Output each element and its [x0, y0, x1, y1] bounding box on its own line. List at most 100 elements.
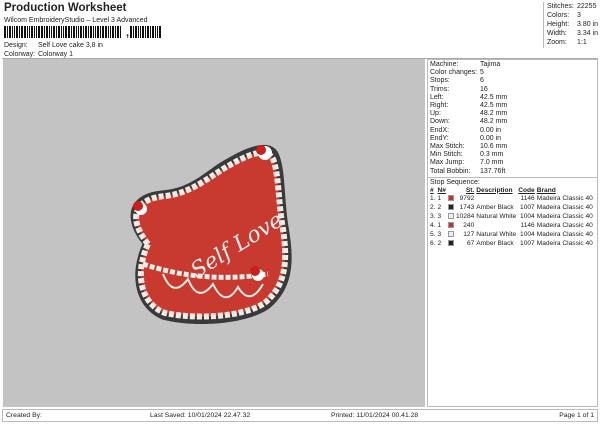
barcode-bar [49, 26, 50, 38]
detail-value: 0.3 mm [480, 151, 504, 159]
stop-number: 2. [430, 204, 436, 212]
color-swatch [447, 203, 454, 210]
barcode-bar [120, 26, 121, 38]
thread-code: 1007 [520, 240, 535, 248]
barcode-bar [53, 26, 55, 38]
detail-row: Max Stitch: 10.6 mm [428, 143, 597, 151]
barcode-bar [95, 26, 96, 38]
barcode [4, 26, 166, 38]
stop-number: 1. [430, 195, 436, 203]
column-header: Brand [536, 186, 556, 194]
detail-value: 42.5 mm [480, 93, 508, 101]
details-panel: Machine: Tajima Color changes: 5 Stops: 6 Trim… [427, 59, 598, 407]
color-description [475, 195, 517, 204]
detail-label: Max Stitch: [430, 143, 465, 151]
color-swatch [447, 230, 454, 237]
column-header: N# [437, 186, 446, 194]
barcode-bar [85, 26, 87, 38]
stitch-count: 1743 [459, 204, 475, 212]
barcode-bar [117, 26, 119, 38]
barcode-bar [41, 26, 43, 38]
detail-label: Down: [430, 118, 450, 126]
color-description: Amber Black [476, 204, 514, 212]
barcode-bar [93, 26, 94, 38]
barcode-bar [83, 26, 84, 38]
color-swatch [447, 239, 454, 246]
detail-value: 6 [480, 77, 484, 85]
printed-date: Printed: 11/01/2024 00.41.28 [331, 412, 419, 419]
barcode-bar [135, 26, 137, 38]
barcode-bar [36, 26, 37, 38]
column-header: St. [465, 186, 475, 194]
barcode-bar [130, 26, 132, 38]
detail-row: Right: 42.5 mm [428, 102, 597, 110]
detail-value: 16 [480, 85, 488, 93]
thread-code: 1004 [520, 231, 535, 239]
barcode-bar [140, 26, 141, 38]
machine-details: Machine: Tajima Color changes: 5 Stops: 6 Trim… [428, 60, 597, 176]
detail-label: Color changes: [430, 69, 478, 77]
stat-label: Height: [547, 21, 570, 28]
barcode-bar [19, 26, 20, 38]
needle-number: 2 [437, 204, 442, 212]
detail-row: Left: 42.5 mm [428, 94, 597, 102]
detail-row: Down: 48.2 mm [428, 118, 597, 126]
summary-stats: Stitches: 22255 Colors: 3 Height: 3.80 in Widt… [543, 2, 598, 48]
detail-row: Trims: 16 [428, 86, 597, 94]
table-row: 5. 3 127 Natural White 1004 Madeira Classic 4… [429, 230, 594, 240]
detail-label: EndY: [430, 134, 449, 142]
colorway-name: Colorway 1 [37, 51, 73, 58]
detail-row: EndX: 0.00 in [428, 127, 597, 135]
detail-value: 48.2 mm [480, 118, 508, 126]
detail-value: 10.6 mm [480, 143, 508, 151]
stitch-count: 67 [466, 240, 475, 248]
page-title: Production Worksheet [4, 2, 127, 14]
color-description: Natural White [476, 231, 517, 239]
stat-value: 3 [577, 12, 581, 19]
table-row: 6. 2 67 Amber Black 1007 Madeira Classic 40 [429, 239, 594, 249]
thread-brand: Madeira Classic 40 [536, 222, 593, 230]
barcode-bar [14, 26, 15, 38]
barcode-bar [51, 26, 52, 38]
design-row: Design: Self Love cake 3,8 in [4, 42, 103, 49]
color-description [475, 222, 517, 231]
detail-value: 0.00 in [480, 126, 502, 134]
barcode-bar [78, 26, 79, 38]
detail-row: Machine: Tajima [428, 61, 597, 69]
barcode-bar [145, 26, 146, 38]
stop-number: 4. [430, 222, 436, 230]
colorway-label: Colorway: [4, 51, 36, 58]
needle-number: 1 [437, 222, 442, 230]
table-row: 4. 1 240 1146 Madeira Classic 40 [429, 221, 594, 231]
stat-row: Zoom: 1:1 [547, 38, 598, 47]
barcode-bar [88, 26, 89, 38]
thread-brand: Madeira Classic 40 [536, 213, 593, 221]
color-swatch [447, 194, 454, 201]
stat-value: 3.80 in [577, 21, 599, 28]
detail-label: Total Bobbin: [430, 167, 471, 175]
design-name: Self Love cake 3,8 in [37, 42, 103, 49]
barcode-bar [71, 26, 72, 38]
barcode-bar [80, 26, 82, 38]
column-header: Code [518, 186, 535, 194]
barcode-bar [147, 26, 149, 38]
barcode-bar [122, 26, 125, 38]
detail-label: Max Jump: [430, 159, 465, 167]
barcode-bar [44, 26, 45, 38]
needle-number: 2 [437, 240, 442, 248]
color-swatch [447, 212, 454, 219]
stat-row: Width: 3.34 in [547, 29, 598, 38]
detail-value: 137.76ft [480, 167, 506, 175]
detail-row: EndY: 0.00 in [428, 135, 597, 143]
stop-number: 3. [430, 213, 436, 221]
detail-label: EndX: [430, 126, 450, 134]
stitch-count: 10284 [455, 213, 475, 221]
stat-value: 22255 [577, 3, 597, 10]
last-saved: Last Saved: 10/01/2024 22.47.32 [150, 412, 251, 419]
thread-brand: Madeira Classic 40 [536, 240, 593, 248]
barcode-bar [142, 26, 144, 38]
barcode-bar [90, 26, 92, 38]
stop-sequence-table: # N# St. Description Code Brand 1. 1 9792 1146 Ma… [429, 187, 594, 249]
barcode-bar [29, 26, 30, 38]
colorway-row: Colorway: Colorway 1 [4, 51, 73, 58]
